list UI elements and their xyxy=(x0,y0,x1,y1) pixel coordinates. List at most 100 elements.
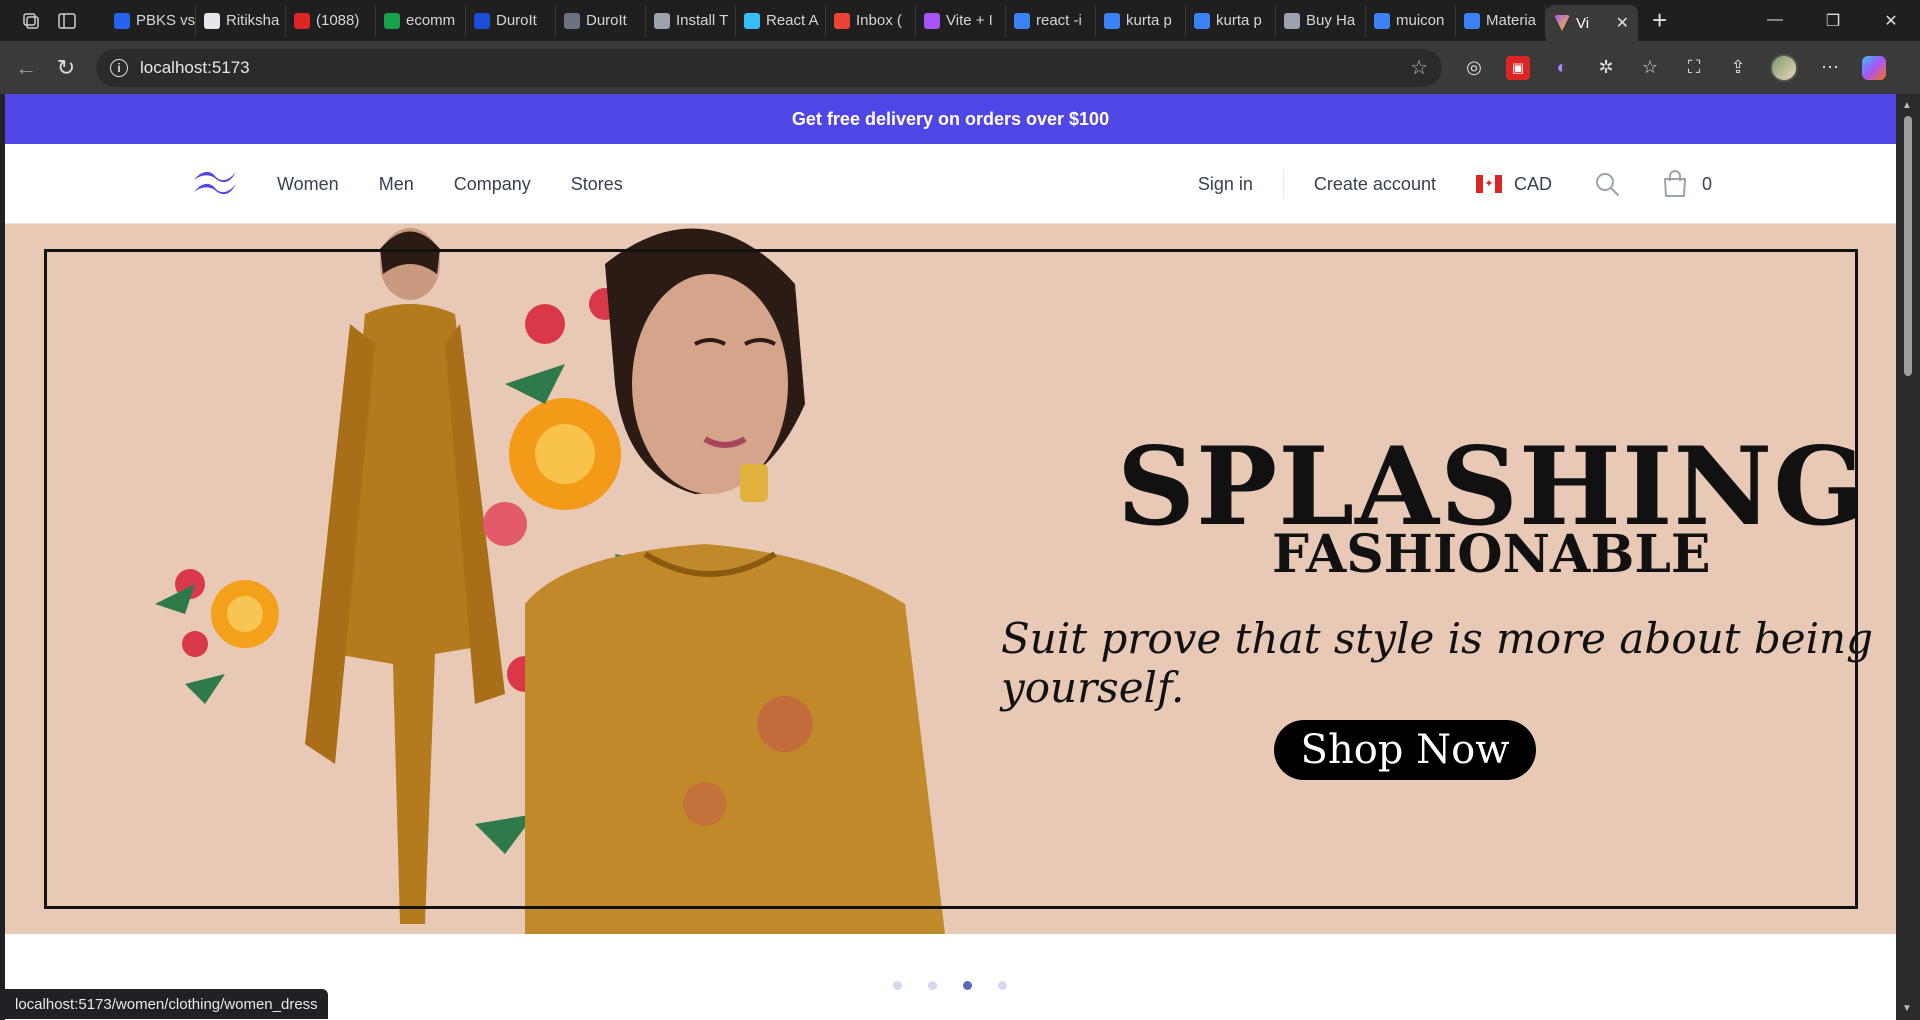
address-bar-row: ← ↻ i localhost:5173 ☆ ◎ ▣ ◐ ✲ ☆ ⛶ ⇪ ⋯ xyxy=(0,41,1920,94)
sign-in-link[interactable]: Sign in xyxy=(1198,174,1253,195)
hero-tagline: Suit prove that style is more about bein… xyxy=(1001,614,1873,712)
profile-avatar[interactable] xyxy=(1770,53,1798,82)
back-icon[interactable]: ← xyxy=(12,55,40,81)
site-info-icon[interactable]: i xyxy=(110,58,128,77)
nav-stores[interactable]: Stores xyxy=(571,174,623,195)
more-menu-icon[interactable]: ⋯ xyxy=(1818,56,1842,80)
tab-favicon-icon xyxy=(564,12,580,29)
tab-15[interactable]: Materia xyxy=(1456,4,1546,37)
tab-2[interactable]: (1088) xyxy=(286,4,376,37)
extension-red-icon[interactable]: ▣ xyxy=(1506,55,1530,80)
nav-men[interactable]: Men xyxy=(379,174,414,195)
carousel-dot-0[interactable] xyxy=(893,981,902,990)
tab-favicon-icon xyxy=(1374,12,1390,29)
tab-favicon-icon xyxy=(114,12,130,29)
favorite-star-icon[interactable]: ☆ xyxy=(1410,55,1428,80)
tab-1[interactable]: Ritiksha xyxy=(196,4,286,37)
nav-women[interactable]: Women xyxy=(277,174,339,195)
tab-active[interactable]: Vi ✕ xyxy=(1546,5,1638,41)
tab-actions-icon[interactable] xyxy=(56,10,78,32)
share-icon[interactable]: ⇪ xyxy=(1726,56,1750,80)
url-field[interactable]: i localhost:5173 ☆ xyxy=(96,48,1442,87)
main-nav: Women Men Company Stores xyxy=(277,144,623,224)
favorites-icon[interactable]: ☆ xyxy=(1638,56,1662,80)
tab-label: ecomm xyxy=(406,12,456,29)
tab-label: react -i xyxy=(1036,12,1082,29)
shopping-bag-icon xyxy=(1663,170,1686,197)
tab-label: Materia xyxy=(1486,12,1537,29)
currency-selector[interactable]: ✦ CAD xyxy=(1475,173,1552,195)
copilot-icon[interactable] xyxy=(1862,55,1886,80)
vite-favicon-icon xyxy=(1554,15,1570,31)
divider xyxy=(1282,170,1284,198)
tab-favicon-icon xyxy=(474,12,490,29)
tab-favicon-icon xyxy=(1104,12,1120,29)
carousel-dot-2[interactable] xyxy=(963,981,972,990)
tab-favicon-icon xyxy=(204,12,220,29)
tab-7[interactable]: React A xyxy=(736,4,826,37)
tab-0[interactable]: PBKS vs xyxy=(106,4,196,37)
scroll-down-icon[interactable]: ▼ xyxy=(1902,1003,1912,1014)
tab-label: DuroIt xyxy=(586,12,627,29)
tab-label: Inbox ( xyxy=(856,12,902,29)
tab-favicon-icon xyxy=(1194,12,1210,29)
tab-favicon-icon xyxy=(1464,12,1480,29)
promo-text: Get free delivery on orders over $100 xyxy=(791,108,1110,129)
page-scrollbar[interactable]: ▲ ▼ xyxy=(1896,94,1920,1020)
cart-count: 0 xyxy=(1701,173,1712,194)
site-header: Women Men Company Stores Sign in Create … xyxy=(5,144,1896,224)
browser-tab-bar: PBKS vs Ritiksha (1088) ecomm DuroIt DuroIt In… xyxy=(0,0,1920,41)
tab-14[interactable]: muicon xyxy=(1366,4,1456,37)
cart-button[interactable]: 0 xyxy=(1662,170,1712,198)
screenshot-icon[interactable]: ⛶ xyxy=(1682,56,1706,80)
scroll-up-icon[interactable]: ▲ xyxy=(1902,100,1912,111)
tab-label: React A xyxy=(766,12,819,29)
promo-banner: Get free delivery on orders over $100 xyxy=(5,94,1896,144)
reload-icon[interactable]: ↻ xyxy=(52,55,80,81)
minimize-icon[interactable]: — xyxy=(1746,11,1804,31)
tab-favicon-icon xyxy=(654,12,670,29)
nav-company[interactable]: Company xyxy=(454,174,531,195)
carousel-dot-3[interactable] xyxy=(998,981,1007,990)
tab-4[interactable]: DuroIt xyxy=(466,4,556,37)
close-tab-icon[interactable]: ✕ xyxy=(1616,13,1629,33)
tab-favicon-icon xyxy=(1284,12,1300,29)
tab-8[interactable]: Inbox ( xyxy=(826,4,916,37)
extensions-puzzle-icon[interactable]: ✲ xyxy=(1594,56,1618,80)
tab-13[interactable]: Buy Ha xyxy=(1276,4,1366,37)
status-bar-url: localhost:5173/women/clothing/women_dres… xyxy=(5,989,328,1019)
new-tab-icon[interactable]: + xyxy=(1652,5,1667,36)
tab-favicon-icon xyxy=(834,12,850,29)
restore-icon[interactable]: ❐ xyxy=(1804,11,1862,31)
tab-favicon-icon xyxy=(1014,12,1030,29)
tab-3[interactable]: ecomm xyxy=(376,4,466,37)
header-actions: Sign in Create account ✦ CAD 0 xyxy=(1198,144,1712,224)
tab-favicon-icon xyxy=(384,12,400,29)
tab-label: Vite + I xyxy=(946,12,993,29)
brand-logo-icon[interactable] xyxy=(192,168,238,198)
page-viewport: Get free delivery on orders over $100 Wo… xyxy=(5,94,1896,1020)
tab-10[interactable]: react -i xyxy=(1006,4,1096,37)
workspaces-icon[interactable] xyxy=(20,10,42,32)
shop-now-button[interactable]: Shop Now xyxy=(1274,720,1536,780)
extension-purple-icon[interactable]: ◐ xyxy=(1550,56,1574,80)
currency-label: CAD xyxy=(1513,173,1552,194)
tab-label: (1088) xyxy=(316,12,360,29)
tab-9[interactable]: Vite + I xyxy=(916,4,1006,37)
search-icon[interactable] xyxy=(1594,171,1620,197)
tab-label: PBKS vs xyxy=(136,12,196,29)
create-account-link[interactable]: Create account xyxy=(1314,174,1436,195)
carousel-dots xyxy=(893,981,1007,990)
close-window-icon[interactable]: ✕ xyxy=(1862,11,1920,31)
tab-label: Buy Ha xyxy=(1306,12,1356,29)
tab-5[interactable]: DuroIt xyxy=(556,4,646,37)
tab-label: DuroIt xyxy=(496,12,537,29)
tab-11[interactable]: kurta p xyxy=(1096,4,1186,37)
tab-label: kurta p xyxy=(1216,12,1262,29)
hero-banner[interactable]: SPLASHING FASHIONABLE Suit prove that st… xyxy=(5,224,1896,934)
tab-6[interactable]: Install T xyxy=(646,4,736,37)
carousel-dot-1[interactable] xyxy=(928,981,937,990)
tracking-icon[interactable]: ◎ xyxy=(1462,56,1486,80)
tab-12[interactable]: kurta p xyxy=(1186,4,1276,37)
scrollbar-thumb[interactable] xyxy=(1904,116,1912,376)
